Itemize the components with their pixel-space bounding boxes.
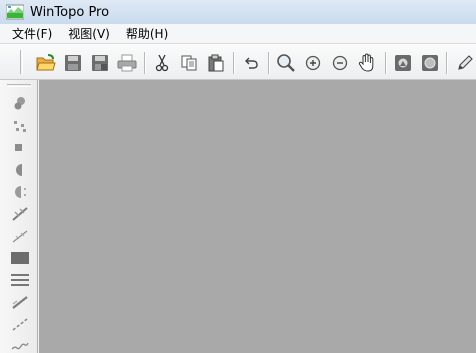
zoom-out-icon[interactable] — [329, 52, 351, 74]
toolbar-separator — [385, 52, 387, 74]
toolbar-separator — [446, 52, 448, 74]
menu-bar: 文件(F) 视图(V) 帮助(H) — [0, 24, 476, 44]
left-toolbar-grip[interactable] — [7, 84, 31, 87]
raster-icon[interactable] — [419, 52, 441, 74]
toolbar-grip[interactable] — [20, 50, 23, 74]
zoom-in-icon[interactable] — [302, 52, 324, 74]
small-square-tool-icon[interactable] — [9, 137, 31, 159]
wavy-line-tool-icon[interactable] — [9, 333, 31, 353]
window-title: WinTopo Pro — [30, 4, 110, 20]
pencil-icon[interactable] — [454, 52, 476, 74]
print-icon[interactable] — [116, 52, 138, 74]
save-as-icon[interactable] — [89, 52, 111, 74]
main-toolbar — [0, 44, 476, 80]
title-bar: WinTopo Pro — [0, 0, 476, 24]
cut-icon[interactable] — [151, 52, 173, 74]
workspace-canvas[interactable] — [39, 80, 476, 353]
paste-icon[interactable] — [205, 52, 227, 74]
diagonal-line-tool-icon[interactable] — [9, 291, 31, 313]
pan-hand-icon[interactable] — [356, 52, 378, 74]
undo-icon[interactable] — [240, 52, 262, 74]
zoom-icon[interactable] — [275, 52, 297, 74]
menu-file[interactable]: 文件(F) — [4, 24, 60, 44]
toolbar-separator — [144, 52, 146, 74]
copy-icon[interactable] — [178, 52, 200, 74]
half-circle-dotted-tool-icon[interactable] — [9, 181, 31, 203]
rectangle-tool-icon[interactable] — [9, 247, 31, 269]
line-slash-tool-icon[interactable] — [9, 203, 31, 225]
wintopo-app-icon — [5, 4, 25, 20]
save-icon[interactable] — [62, 52, 84, 74]
dots-tool-icon[interactable] — [9, 115, 31, 137]
blob-tool-icon[interactable] — [9, 92, 31, 114]
open-folder-icon[interactable] — [35, 52, 57, 74]
half-circle-tool-icon[interactable] — [9, 159, 31, 181]
menu-help[interactable]: 帮助(H) — [118, 24, 176, 44]
left-toolbar — [0, 80, 38, 353]
horizontal-lines-tool-icon[interactable] — [9, 269, 31, 291]
menu-view[interactable]: 视图(V) — [60, 24, 118, 44]
toolbar-separator — [268, 52, 270, 74]
dashed-line-tool-icon[interactable] — [9, 313, 31, 335]
vectorize-icon[interactable] — [392, 52, 414, 74]
toolbar-separator — [233, 52, 235, 74]
thin-line-tool-icon[interactable] — [9, 225, 31, 247]
